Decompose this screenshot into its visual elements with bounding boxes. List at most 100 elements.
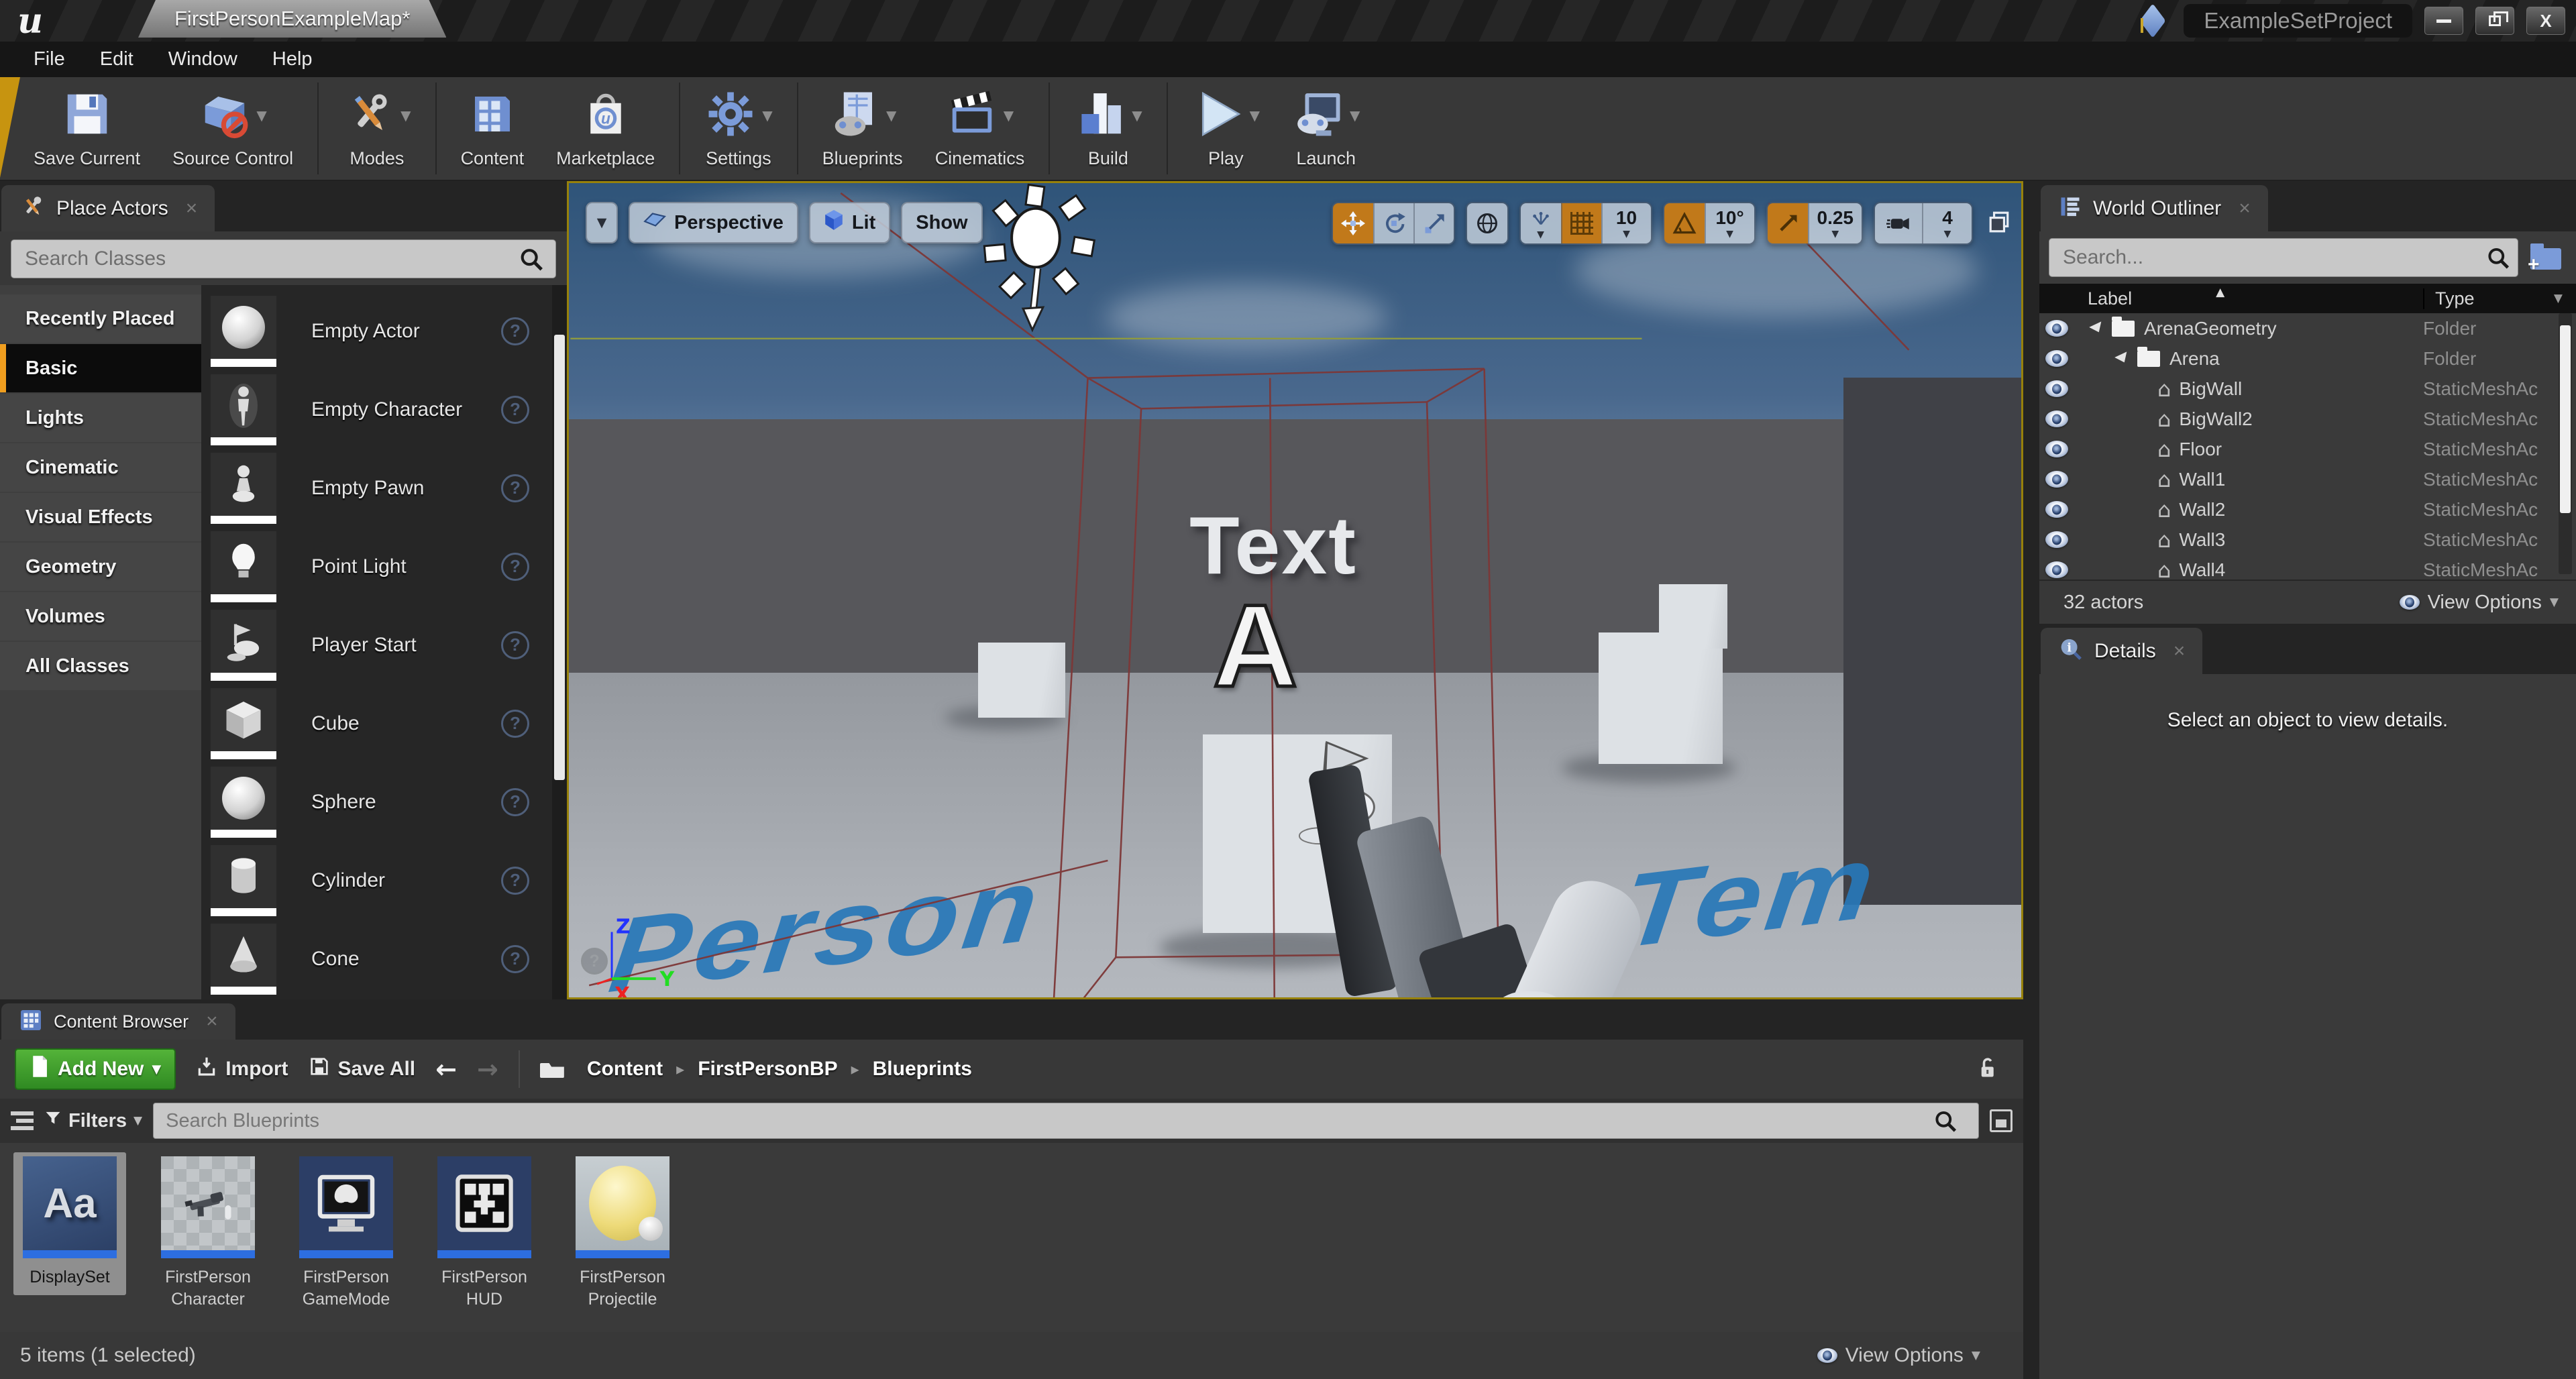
visibility-eye-icon[interactable]: [2045, 320, 2068, 337]
scrollbar-thumb[interactable]: [2560, 325, 2571, 513]
build-button[interactable]: ▼ Build: [1058, 77, 1158, 180]
close-button[interactable]: X: [2526, 7, 2565, 35]
menu-edit[interactable]: Edit: [85, 44, 148, 74]
list-item-player-start[interactable]: Player Start ?: [211, 606, 567, 684]
close-icon[interactable]: ×: [206, 1010, 218, 1033]
tutorial-cap-icon[interactable]: [2137, 6, 2171, 36]
list-item-sphere[interactable]: Sphere ?: [211, 763, 567, 841]
category-all-classes[interactable]: All Classes: [0, 642, 201, 690]
search-classes-input[interactable]: [11, 239, 556, 278]
level-viewport[interactable]: Person Tem: [567, 181, 2023, 999]
category-geometry[interactable]: Geometry: [0, 543, 201, 591]
create-folder-button[interactable]: +: [2528, 241, 2567, 274]
help-icon[interactable]: ?: [501, 788, 529, 816]
back-arrow-icon[interactable]: ←: [435, 1054, 457, 1084]
maximize-viewport-icon[interactable]: [1988, 211, 2010, 237]
outliner-row-wall3[interactable]: ⌂ Wall3 StaticMeshAc: [2039, 525, 2576, 555]
category-basic[interactable]: Basic: [0, 344, 201, 392]
world-local-space-button[interactable]: [1467, 203, 1507, 243]
help-icon[interactable]: ?: [501, 396, 529, 424]
menu-window[interactable]: Window: [154, 44, 252, 74]
viewport-options-dropdown[interactable]: ▼: [586, 202, 618, 243]
filters-button[interactable]: Filters ▼: [44, 1109, 142, 1132]
outliner-row-wall1[interactable]: ⌂ Wall1 StaticMeshAc: [2039, 464, 2576, 494]
marketplace-button[interactable]: u Marketplace: [540, 77, 671, 180]
scrollbar[interactable]: [2559, 313, 2572, 574]
view-options-button[interactable]: View Options ▼: [2400, 592, 2576, 614]
camera-mode-button[interactable]: Perspective: [629, 202, 798, 243]
outliner-row-bigwall2[interactable]: ⌂ BigWall2 StaticMeshAc: [2039, 404, 2576, 434]
category-recently-placed[interactable]: Recently Placed: [0, 294, 201, 343]
visibility-eye-icon[interactable]: [2045, 561, 2068, 578]
list-item-point-light[interactable]: Point Light ?: [211, 527, 567, 606]
expand-arrow-icon[interactable]: [2089, 321, 2105, 335]
list-item-empty-actor[interactable]: Empty Actor ?: [211, 292, 567, 370]
import-button[interactable]: Import: [196, 1056, 288, 1083]
place-actors-tab[interactable]: Place Actors ×: [1, 185, 215, 231]
save-current-button[interactable]: Save Current: [17, 77, 156, 180]
menu-help[interactable]: Help: [258, 44, 327, 74]
breadcrumb-content[interactable]: Content: [587, 1058, 663, 1081]
grid-snapping-button[interactable]: [1561, 203, 1601, 243]
visibility-eye-icon[interactable]: [2045, 380, 2068, 397]
add-new-button[interactable]: Add New ▼: [15, 1048, 176, 1090]
scale-tool-button[interactable]: [1413, 203, 1454, 243]
settings-button[interactable]: ▼ Settings: [688, 77, 788, 180]
asset-firstperson-hud[interactable]: FirstPerson HUD: [428, 1152, 541, 1317]
visibility-eye-icon[interactable]: [2045, 471, 2068, 488]
outliner-row-wall4[interactable]: ⌂ Wall4 StaticMeshAc: [2039, 555, 2576, 580]
source-control-button[interactable]: ▼ Source Control: [156, 77, 309, 180]
breadcrumb-blueprints[interactable]: Blueprints: [873, 1058, 972, 1081]
list-item-empty-pawn[interactable]: Empty Pawn ?: [211, 449, 567, 527]
help-icon[interactable]: ?: [501, 317, 529, 345]
level-tab[interactable]: FirstPersonExampleMap*: [138, 0, 446, 38]
category-cinematic[interactable]: Cinematic: [0, 443, 201, 492]
category-visual-effects[interactable]: Visual Effects: [0, 493, 201, 541]
panel-divider[interactable]: [2023, 181, 2039, 1379]
help-icon[interactable]: ?: [501, 710, 529, 738]
content-browser-tab[interactable]: Content Browser ×: [1, 1003, 235, 1040]
asset-firstperson-gamemode[interactable]: FirstPerson GameMode: [290, 1152, 402, 1317]
details-tab[interactable]: i Details ×: [2041, 628, 2202, 674]
visibility-eye-icon[interactable]: [2045, 350, 2068, 367]
sources-panel-icon[interactable]: [11, 1111, 34, 1130]
breadcrumb-firstpersonbp[interactable]: FirstPersonBP: [698, 1058, 837, 1081]
column-label[interactable]: ▲ Label: [2039, 288, 2423, 309]
minimize-button[interactable]: [2424, 7, 2463, 35]
forward-arrow-icon[interactable]: →: [477, 1054, 498, 1084]
save-search-icon[interactable]: [1990, 1109, 2012, 1132]
blueprints-button[interactable]: ▼ Blueprints: [806, 77, 919, 180]
scrollbar[interactable]: [552, 285, 567, 999]
close-icon[interactable]: ×: [186, 197, 198, 220]
grid-snap-value-dropdown[interactable]: 10 ▼: [1601, 203, 1651, 243]
category-volumes[interactable]: Volumes: [0, 592, 201, 641]
cinematics-button[interactable]: ▼ Cinematics: [919, 77, 1041, 180]
restore-button[interactable]: [2475, 7, 2514, 35]
visibility-eye-icon[interactable]: [2045, 501, 2068, 518]
search-blueprints-input[interactable]: [153, 1103, 1979, 1139]
scrollbar-thumb[interactable]: [554, 335, 565, 780]
outliner-row-wall2[interactable]: ⌂ Wall2 StaticMeshAc: [2039, 494, 2576, 525]
expand-arrow-icon[interactable]: [2114, 351, 2131, 365]
list-item-cone[interactable]: Cone ?: [211, 920, 567, 998]
rotation-snapping-button[interactable]: [1664, 203, 1705, 243]
help-icon[interactable]: ?: [501, 867, 529, 895]
content-button[interactable]: Content: [445, 77, 541, 180]
visibility-eye-icon[interactable]: [2045, 410, 2068, 427]
close-icon[interactable]: ×: [2174, 640, 2186, 663]
show-flags-button[interactable]: Show: [901, 202, 982, 243]
selected-letter-actor[interactable]: A: [1213, 579, 1297, 714]
help-icon[interactable]: ?: [501, 945, 529, 973]
camera-speed-button[interactable]: [1875, 203, 1922, 243]
column-type[interactable]: Type ▼: [2423, 288, 2576, 309]
visibility-eye-icon[interactable]: [2045, 441, 2068, 457]
outliner-row-arenageometry[interactable]: ArenaGeometry Folder: [2039, 313, 2576, 343]
viewport-help-icon[interactable]: ?: [581, 948, 608, 975]
modes-button[interactable]: ▼ Modes: [327, 77, 427, 180]
category-lights[interactable]: Lights: [0, 394, 201, 442]
floating-text-actor[interactable]: Text: [1132, 498, 1414, 592]
view-options-button[interactable]: View Options ▼: [1817, 1344, 2023, 1367]
help-icon[interactable]: ?: [501, 474, 529, 502]
launch-button[interactable]: ▼ Launch: [1276, 77, 1376, 180]
play-button[interactable]: ▼ Play: [1176, 77, 1276, 180]
